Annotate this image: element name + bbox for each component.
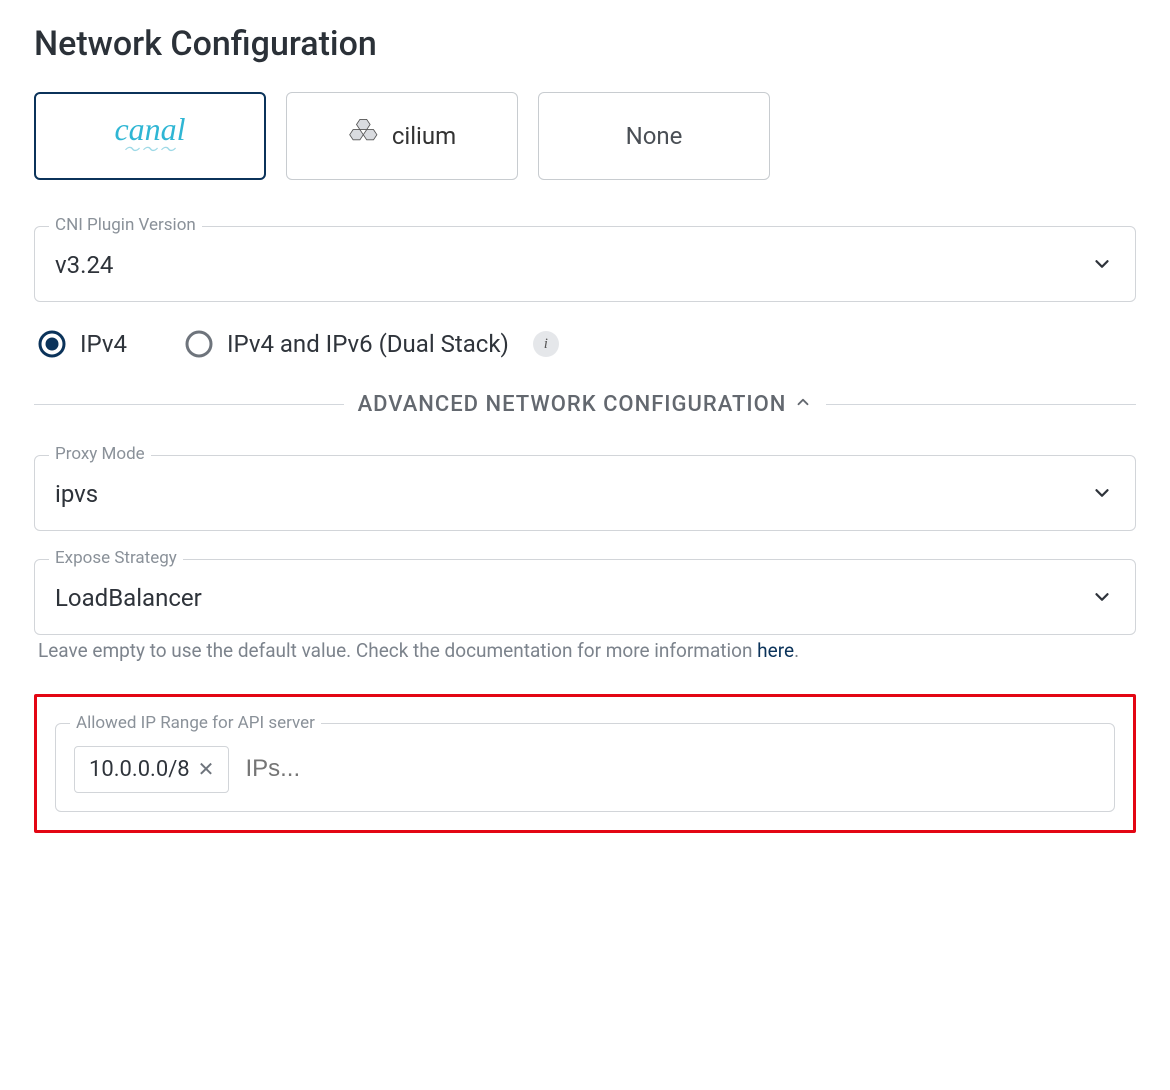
- allowed-ip-input[interactable]: [243, 754, 1096, 784]
- remove-chip-icon[interactable]: ✕: [198, 759, 215, 779]
- radio-ipv4[interactable]: IPv4: [38, 330, 127, 358]
- docs-link[interactable]: here: [757, 639, 794, 662]
- chevron-down-icon: [1091, 253, 1113, 275]
- allowed-ip-highlight: Allowed IP Range for API server 10.0.0.0…: [34, 694, 1136, 833]
- chevron-down-icon: [1091, 586, 1113, 608]
- proxy-mode-value: ipvs: [55, 480, 98, 508]
- radio-selected-icon: [38, 330, 66, 358]
- expose-strategy-hint: Leave empty to use the default value. Ch…: [38, 637, 1136, 666]
- cni-version-value: v3.24: [55, 251, 113, 279]
- ip-chip-value: 10.0.0.0/8: [89, 757, 190, 782]
- expose-strategy-value: LoadBalancer: [55, 584, 202, 612]
- plugin-option-cilium[interactable]: cilium: [286, 92, 518, 180]
- proxy-mode-legend: Proxy Mode: [49, 444, 151, 464]
- radio-ipv4-label: IPv4: [80, 330, 127, 358]
- chevron-up-icon: [794, 392, 812, 417]
- allowed-ip-legend: Allowed IP Range for API server: [70, 713, 321, 733]
- proxy-mode-select[interactable]: Proxy Mode ipvs: [34, 455, 1136, 531]
- canal-logo: canal 〜〜〜: [114, 113, 185, 159]
- expose-strategy-legend: Expose Strategy: [49, 548, 183, 568]
- chevron-down-icon: [1091, 482, 1113, 504]
- advanced-section-toggle[interactable]: ADVANCED NETWORK CONFIGURATION: [34, 392, 1136, 417]
- plugin-option-canal[interactable]: canal 〜〜〜: [34, 92, 266, 180]
- cni-version-legend: CNI Plugin Version: [49, 215, 202, 235]
- plugin-option-none[interactable]: None: [538, 92, 770, 180]
- advanced-header-label: ADVANCED NETWORK CONFIGURATION: [358, 392, 787, 417]
- radio-dual-label: IPv4 and IPv6 (Dual Stack): [227, 330, 509, 358]
- allowed-ip-field[interactable]: Allowed IP Range for API server 10.0.0.0…: [55, 723, 1115, 812]
- ip-chip: 10.0.0.0/8 ✕: [74, 746, 229, 793]
- page-title: Network Configuration: [34, 24, 1136, 64]
- radio-unselected-icon: [185, 330, 213, 358]
- cilium-icon: [348, 116, 382, 156]
- info-icon[interactable]: i: [533, 331, 559, 357]
- radio-dual-stack[interactable]: IPv4 and IPv6 (Dual Stack) i: [185, 330, 559, 358]
- cni-version-select[interactable]: CNI Plugin Version v3.24: [34, 226, 1136, 302]
- expose-strategy-select[interactable]: Expose Strategy LoadBalancer: [34, 559, 1136, 635]
- plugin-label-none: None: [626, 122, 683, 150]
- cni-plugin-selector: canal 〜〜〜 cilium None: [34, 92, 1136, 180]
- plugin-label-cilium: cilium: [392, 122, 456, 150]
- ip-mode-radio-group: IPv4 IPv4 and IPv6 (Dual Stack) i: [38, 330, 1136, 358]
